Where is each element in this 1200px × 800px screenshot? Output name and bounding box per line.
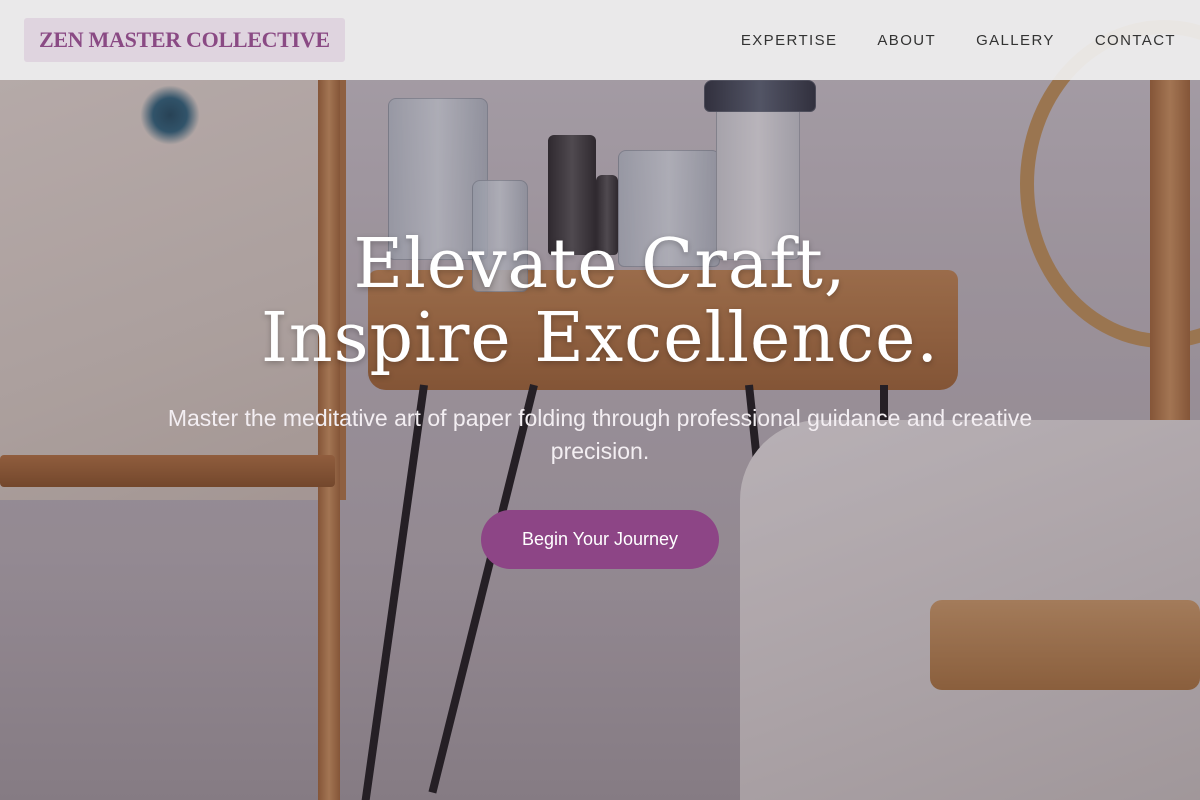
nav-link-about[interactable]: ABOUT — [877, 32, 936, 49]
landing-page: ZEN MASTER COLLECTIVE EXPERTISE ABOUT GA… — [0, 0, 1200, 800]
hero-title: Elevate Craft, Inspire Excellence. — [261, 225, 939, 378]
nav-link-gallery[interactable]: GALLERY — [976, 32, 1055, 49]
main-nav: EXPERTISE ABOUT GALLERY CONTACT — [741, 32, 1176, 49]
begin-journey-button[interactable]: Begin Your Journey — [480, 510, 720, 569]
hero-section: Elevate Craft, Inspire Excellence. Maste… — [0, 228, 1200, 569]
site-header: ZEN MASTER COLLECTIVE EXPERTISE ABOUT GA… — [0, 0, 1200, 80]
site-logo[interactable]: ZEN MASTER COLLECTIVE — [24, 18, 345, 62]
nav-link-expertise[interactable]: EXPERTISE — [741, 32, 838, 49]
hero-subtitle: Master the meditative art of paper foldi… — [167, 405, 1033, 464]
nav-link-contact[interactable]: CONTACT — [1095, 32, 1176, 49]
